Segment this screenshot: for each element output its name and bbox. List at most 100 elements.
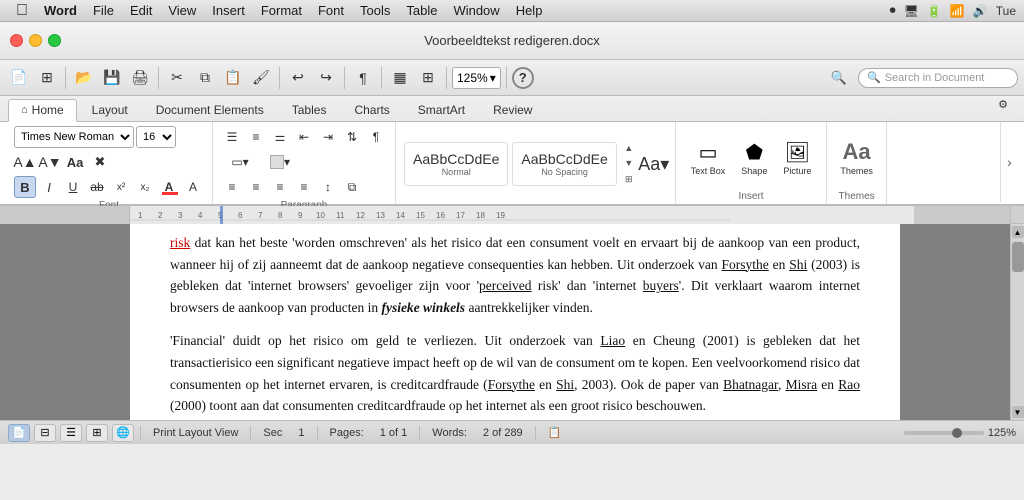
search-icon-btn[interactable]: 🔍 — [826, 65, 852, 91]
scroll-down-button[interactable]: ▼ — [1012, 406, 1024, 418]
outline-view-button[interactable]: ⊟ — [34, 424, 56, 442]
new-button[interactable]: 📄 — [6, 65, 32, 91]
underline-button[interactable]: U — [62, 176, 84, 198]
sort-btn[interactable]: ⇅ — [341, 126, 363, 148]
text-box-label: Text Box — [691, 166, 726, 176]
zoom-button[interactable] — [48, 34, 61, 47]
increase-font-btn[interactable]: A▲ — [14, 151, 36, 173]
tab-smartart[interactable]: SmartArt — [405, 99, 478, 121]
text-box-button[interactable]: ▭ Text Box — [684, 137, 733, 179]
subscript-button[interactable]: x₂ — [134, 176, 156, 198]
undo-button[interactable]: ↩ — [285, 65, 311, 91]
column-layout-btn[interactable]: ⧉ — [341, 176, 363, 198]
align-justify-btn[interactable]: ≡ — [293, 176, 315, 198]
menu-insert[interactable]: Insert — [204, 1, 253, 20]
zoom-dropdown-icon[interactable]: ▾ — [490, 71, 496, 85]
search-box[interactable]: 🔍 Search in Document — [858, 68, 1018, 88]
print-button[interactable]: 🖨 — [127, 65, 153, 91]
templates-button[interactable]: ⊞ — [34, 65, 60, 91]
menu-view[interactable]: View — [160, 1, 204, 20]
styles-cycle-button[interactable]: ▲ ▼ ⊞ — [621, 141, 637, 187]
menu-right-icons: ⏺ 🖥 🔋 📶 🔊 Tue — [890, 3, 1016, 18]
menu-tools[interactable]: Tools — [352, 1, 398, 20]
menu-word[interactable]: Word — [36, 1, 85, 20]
shading-btn[interactable]: ▾ — [261, 151, 299, 173]
minimize-button[interactable] — [29, 34, 42, 47]
help-button[interactable]: ? — [512, 67, 534, 89]
italic-button[interactable]: I — [38, 176, 60, 198]
copy-button[interactable]: ⧉ — [192, 65, 218, 91]
svg-text:8: 8 — [278, 211, 283, 220]
home-icon: ⌂ — [21, 104, 28, 116]
menu-edit[interactable]: Edit — [122, 1, 160, 20]
align-right-btn[interactable]: ≡ — [269, 176, 291, 198]
font-color-btn[interactable]: A — [158, 176, 180, 198]
menu-format[interactable]: Format — [253, 1, 310, 20]
font-family-select[interactable]: Times New Roman — [14, 126, 134, 148]
vertical-scrollbar[interactable]: ▲ ▼ — [1010, 224, 1024, 420]
zoom-in-button[interactable]: ⊞ — [415, 65, 441, 91]
paragraph-marks-button[interactable]: ¶ — [350, 65, 376, 91]
strikethrough-button[interactable]: ab — [86, 176, 108, 198]
font-size-select[interactable]: 16 — [136, 126, 176, 148]
tab-tables[interactable]: Tables — [279, 99, 340, 121]
zoom-slider[interactable] — [904, 431, 984, 435]
document-page[interactable]: risk dat kan het beste 'worden omschreve… — [130, 224, 900, 420]
menu-window[interactable]: Window — [445, 1, 507, 20]
save-button[interactable]: 💾 — [99, 65, 125, 91]
scroll-up-button[interactable]: ▲ — [1012, 226, 1024, 238]
format-painter-button[interactable]: 🖌 — [248, 65, 274, 91]
tab-review[interactable]: Review — [480, 99, 545, 121]
svg-text:2: 2 — [158, 211, 163, 220]
ribbon-scroll-button[interactable]: › — [1000, 122, 1018, 202]
line-spacing-btn[interactable]: ↕ — [317, 176, 339, 198]
ribbon-options-button[interactable]: ⚙ — [990, 91, 1016, 117]
document-area: risk dat kan het beste 'worden omschreve… — [0, 224, 1024, 420]
web-view-button[interactable]: 🌐 — [112, 424, 134, 442]
view-button[interactable]: ▦ — [387, 65, 413, 91]
borders-btn[interactable]: ▭▾ — [221, 151, 259, 173]
cut-button[interactable]: ✂ — [164, 65, 190, 91]
paste-button[interactable]: 📋 — [220, 65, 246, 91]
themes-button[interactable]: Aa Themes — [835, 136, 878, 179]
close-button[interactable] — [10, 34, 23, 47]
menu-font[interactable]: Font — [310, 1, 352, 20]
redo-button[interactable]: ↪ — [313, 65, 339, 91]
picture-button[interactable]: 🖼 Picture — [776, 137, 818, 179]
style-normal[interactable]: AaBbCcDdEe Normal — [404, 142, 508, 186]
draft-view-button[interactable]: ☰ — [60, 424, 82, 442]
align-left-btn[interactable]: ≡ — [221, 176, 243, 198]
tab-document-elements[interactable]: Document Elements — [143, 99, 277, 121]
focus-view-button[interactable]: ⊞ — [86, 424, 108, 442]
decrease-font-btn[interactable]: A▼ — [39, 151, 61, 173]
clear-format-btn[interactable]: ✖ — [89, 151, 111, 173]
show-marks-btn[interactable]: ¶ — [365, 126, 387, 148]
tab-layout[interactable]: Layout — [79, 99, 141, 121]
bold-button[interactable]: B — [14, 176, 36, 198]
scroll-thumb[interactable] — [1012, 242, 1024, 272]
numbered-list-btn[interactable]: ≡ — [245, 126, 267, 148]
menu-table[interactable]: Table — [398, 1, 445, 20]
highlight-btn[interactable]: A — [182, 176, 204, 198]
decrease-indent-btn[interactable]: ⇤ — [293, 126, 315, 148]
change-styles-btn[interactable]: Aa▾ — [641, 141, 667, 187]
multilevel-list-btn[interactable]: ⚌ — [269, 126, 291, 148]
font-case-btn[interactable]: Aa — [64, 151, 86, 173]
open-button[interactable]: 📂 — [71, 65, 97, 91]
zoom-slider-thumb[interactable] — [952, 428, 962, 438]
print-layout-button[interactable]: 📄 — [8, 424, 30, 442]
bullet-list-btn[interactable]: ☰ — [221, 126, 243, 148]
tab-charts[interactable]: Charts — [341, 99, 402, 121]
tab-home[interactable]: ⌂ Home — [8, 99, 77, 122]
styles-row: AaBbCcDdEe Normal AaBbCcDdEe No Spacing — [404, 142, 617, 186]
align-center-btn[interactable]: ≡ — [245, 176, 267, 198]
menu-help[interactable]: Help — [508, 1, 551, 20]
document-content: risk dat kan het beste 'worden omschreve… — [170, 224, 860, 417]
shape-button[interactable]: ⬟ Shape — [734, 137, 774, 179]
style-no-spacing[interactable]: AaBbCcDdEe No Spacing — [512, 142, 616, 186]
apple-menu[interactable]:  — [8, 0, 36, 22]
menu-file[interactable]: File — [85, 1, 122, 20]
increase-indent-btn[interactable]: ⇥ — [317, 126, 339, 148]
zoom-control[interactable]: 125% ▾ — [452, 67, 501, 89]
superscript-button[interactable]: x² — [110, 176, 132, 198]
